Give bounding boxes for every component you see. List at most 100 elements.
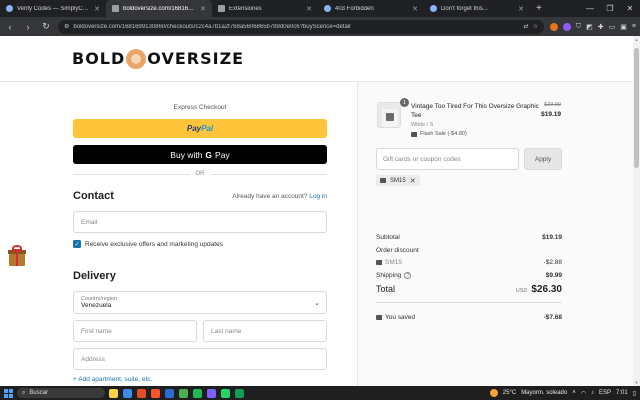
have-account-text: Already have an account? — [232, 193, 308, 200]
new-tab-button[interactable]: + — [530, 0, 548, 17]
coupon-placeholder: Gift cards or coupon codes — [383, 155, 461, 163]
scrollbar-thumb[interactable] — [634, 48, 639, 168]
country-select[interactable]: Country/region Venezuela ⌄ — [73, 291, 327, 314]
url-text[interactable]: boldoversize.com/1681699130860/checkouts… — [73, 24, 519, 30]
email-placeholder: Email — [81, 218, 98, 226]
offers-checkbox-row[interactable]: ✓ Receive exclusive offers and marketing… — [73, 240, 223, 248]
spotify-icon[interactable] — [193, 388, 202, 398]
coupon-input[interactable]: Gift cards or coupon codes — [376, 148, 519, 170]
email-field[interactable]: Email — [73, 211, 327, 233]
remove-code-icon[interactable]: ✕ — [410, 177, 416, 185]
wifi-icon[interactable]: ◠ — [581, 390, 586, 397]
windows-start-icon[interactable] — [4, 388, 13, 398]
tab-simplycodes[interactable]: Verify Codes — SimplyCodes ✕ — [0, 0, 106, 17]
taskbar-search[interactable]: ⌕ Buscar — [17, 388, 105, 398]
extension-icon[interactable] — [562, 22, 571, 31]
vpn-icon[interactable]: ◩ — [586, 23, 593, 31]
mascot-icon — [126, 48, 147, 69]
minimize-icon[interactable]: — — [580, 4, 600, 13]
order-summary: 1 Vintage Too Tired For This Oversize Gr… — [357, 82, 633, 386]
product-name: Vintage Too Tired For This Oversize Grap… — [411, 103, 539, 119]
back-icon[interactable]: ‹ — [4, 22, 16, 32]
last-name-placeholder: Last name — [211, 327, 242, 335]
weather-desc: Mayorm. soleado — [521, 390, 568, 396]
store-icon[interactable] — [123, 388, 132, 398]
tab-title: 403 Forbidden — [335, 5, 374, 12]
puzzle-icon — [218, 5, 225, 12]
reload-icon[interactable]: ↻ — [40, 21, 52, 32]
total-row: Total USD $26.30 — [376, 284, 562, 295]
tag-icon — [376, 260, 382, 265]
scroll-up-icon[interactable]: ▲ — [634, 37, 639, 42]
word-icon[interactable] — [165, 388, 174, 398]
login-link[interactable]: Log in — [309, 193, 327, 200]
translate-icon[interactable]: ⇄ — [523, 23, 528, 30]
sidebar-icon[interactable]: ▭ — [609, 23, 616, 31]
close-tab-icon[interactable]: ✕ — [412, 5, 418, 13]
brave-icon[interactable] — [151, 388, 160, 398]
subtotal-value: $19.19 — [542, 234, 562, 241]
notification-icon[interactable]: ▯ — [633, 390, 636, 397]
close-tab-icon[interactable]: ✕ — [200, 5, 206, 13]
paypal-text: Pay — [186, 124, 202, 133]
gpay-pay-text: Pay — [215, 149, 230, 160]
search-icon: ⌕ — [22, 389, 26, 396]
express-checkout-title: Express Checkout — [173, 104, 227, 111]
language-indicator[interactable]: ESP — [599, 390, 611, 396]
paypal-button[interactable]: Pay Pal — [73, 119, 327, 138]
store-logo[interactable]: BOLD OVERSIZE — [72, 48, 244, 69]
checkout-form: Express Checkout Pay Pal Buy with G Pay O… — [0, 82, 357, 386]
tab-title: Verify Codes — SimplyCodes — [17, 5, 91, 12]
close-tab-icon[interactable]: ✕ — [306, 5, 312, 13]
page-scrollbar[interactable]: ▲ ▼ — [633, 36, 640, 386]
speaker-icon[interactable]: ♪ — [591, 390, 594, 396]
forward-icon[interactable]: › — [22, 22, 34, 32]
file-explorer-icon[interactable] — [109, 388, 118, 398]
clock[interactable]: 7:01 — [616, 390, 628, 396]
app-icon[interactable] — [207, 388, 216, 398]
close-tab-icon[interactable]: ✕ — [94, 5, 100, 13]
saved-label: You saved — [385, 314, 416, 321]
globe-icon — [430, 5, 437, 12]
tab-dont-forget[interactable]: Don't forget this... ✕ — [424, 0, 530, 17]
app-icon[interactable] — [137, 388, 146, 398]
add-apartment-link[interactable]: + Add apartment, suite, etc. — [73, 376, 152, 383]
scroll-down-icon[interactable]: ▼ — [634, 380, 639, 385]
address-bar[interactable]: ⚙ boldoversize.com/1681699130860/checkou… — [58, 19, 544, 34]
puzzle-extensions-icon[interactable]: ✚ — [598, 23, 604, 31]
saved-value: -$7.68 — [543, 314, 562, 321]
excel-icon[interactable] — [179, 388, 188, 398]
chevron-up-icon[interactable]: ˄ — [572, 390, 576, 396]
gift-box-icon[interactable] — [8, 245, 26, 267]
close-tab-icon[interactable]: ✕ — [518, 5, 524, 13]
google-pay-button[interactable]: Buy with G Pay — [73, 145, 327, 164]
close-window-icon[interactable]: ✕ — [620, 4, 640, 13]
order-discount-row: Order discount — [376, 247, 562, 254]
last-name-field[interactable]: Last name — [203, 320, 327, 342]
info-icon[interactable]: ? — [404, 272, 412, 279]
wallet-icon[interactable]: ▣ — [620, 23, 627, 31]
offers-checkbox[interactable]: ✓ — [73, 240, 81, 248]
order-discount-label: Order discount — [376, 247, 419, 254]
whatsapp-icon[interactable] — [221, 388, 230, 398]
first-name-field[interactable]: First name — [73, 320, 197, 342]
tab-403[interactable]: 403 Forbidden ✕ — [318, 0, 424, 17]
site-info-icon[interactable]: ⚙ — [64, 23, 69, 30]
brave-shield-icon[interactable] — [549, 22, 558, 31]
product-thumbnail — [377, 102, 401, 128]
menu-icon[interactable]: ≡ — [632, 23, 636, 30]
tab-extensiones[interactable]: Extensiones ✕ — [212, 0, 318, 17]
sun-weather-icon[interactable] — [489, 389, 498, 397]
app-icon[interactable] — [235, 388, 244, 398]
apply-button[interactable]: Apply — [524, 148, 562, 170]
bookmark-star-icon[interactable]: ☆ — [533, 23, 538, 30]
discount-code-row: SM15 -$2.88 — [376, 259, 562, 266]
flash-sale-row: Flash Sale (-$4.80) — [411, 131, 467, 137]
shipping-row: Shipping? $9.99 — [376, 272, 562, 279]
applied-code-text: SM15 — [390, 177, 406, 184]
address-field[interactable]: Address — [73, 348, 327, 370]
shield-icon[interactable]: ⛉ — [576, 23, 581, 31]
tab-boldoversize[interactable]: boldoversize.com/1681699130860/ ✕ — [106, 0, 212, 17]
maximize-icon[interactable]: ❐ — [600, 4, 620, 13]
subtotal-label: Subtotal — [376, 234, 400, 241]
